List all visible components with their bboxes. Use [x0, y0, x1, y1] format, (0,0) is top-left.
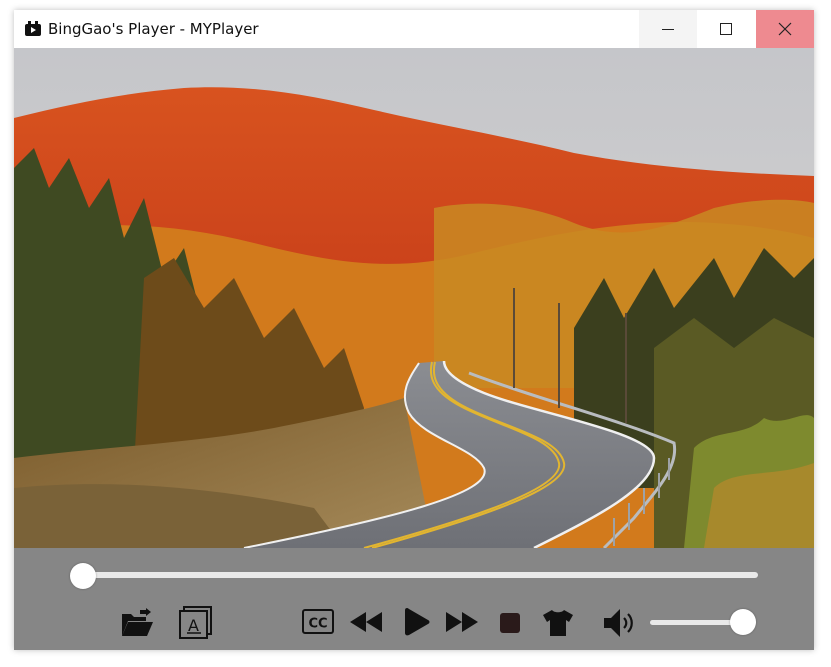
- close-button[interactable]: [756, 10, 814, 48]
- volume-slider-handle[interactable]: [730, 609, 756, 635]
- minimize-icon: [662, 29, 674, 30]
- control-bar: A CC: [14, 548, 814, 650]
- stop-button[interactable]: [499, 612, 521, 634]
- video-frame[interactable]: [14, 48, 814, 548]
- maximize-icon: [720, 23, 732, 35]
- load-subtitle-button[interactable]: A: [179, 606, 213, 640]
- seek-track[interactable]: [84, 572, 758, 578]
- close-icon: [778, 22, 792, 36]
- cc-icon: CC: [302, 609, 334, 634]
- play-button[interactable]: [404, 607, 430, 637]
- open-folder-icon: [122, 608, 153, 636]
- rewind-icon: [350, 612, 382, 632]
- fast-forward-icon: [446, 612, 478, 632]
- app-logo-icon: [25, 21, 41, 36]
- window-title: BingGao's Player - MYPlayer: [48, 20, 259, 38]
- seek-slider-handle[interactable]: [70, 563, 96, 589]
- skin-button[interactable]: [542, 609, 574, 637]
- title-bar[interactable]: BingGao's Player - MYPlayer: [14, 10, 814, 48]
- rewind-button[interactable]: [349, 611, 383, 633]
- play-icon: [405, 608, 430, 636]
- mute-button[interactable]: [603, 607, 637, 639]
- fast-forward-button[interactable]: [445, 611, 479, 633]
- minimize-button[interactable]: [639, 10, 697, 48]
- video-scene-image: [14, 48, 814, 548]
- open-file-button[interactable]: [120, 607, 154, 639]
- subtitle-letter: A: [188, 616, 199, 635]
- cc-label: CC: [308, 617, 327, 632]
- skin-shirt-icon: [543, 610, 573, 636]
- player-window: BingGao's Player - MYPlayer A CC: [14, 10, 814, 650]
- closed-captions-button[interactable]: CC: [302, 609, 334, 635]
- maximize-button[interactable]: [697, 10, 755, 48]
- volume-icon: [604, 609, 633, 637]
- stop-icon: [500, 613, 520, 633]
- subtitle-file-icon: A: [179, 606, 212, 639]
